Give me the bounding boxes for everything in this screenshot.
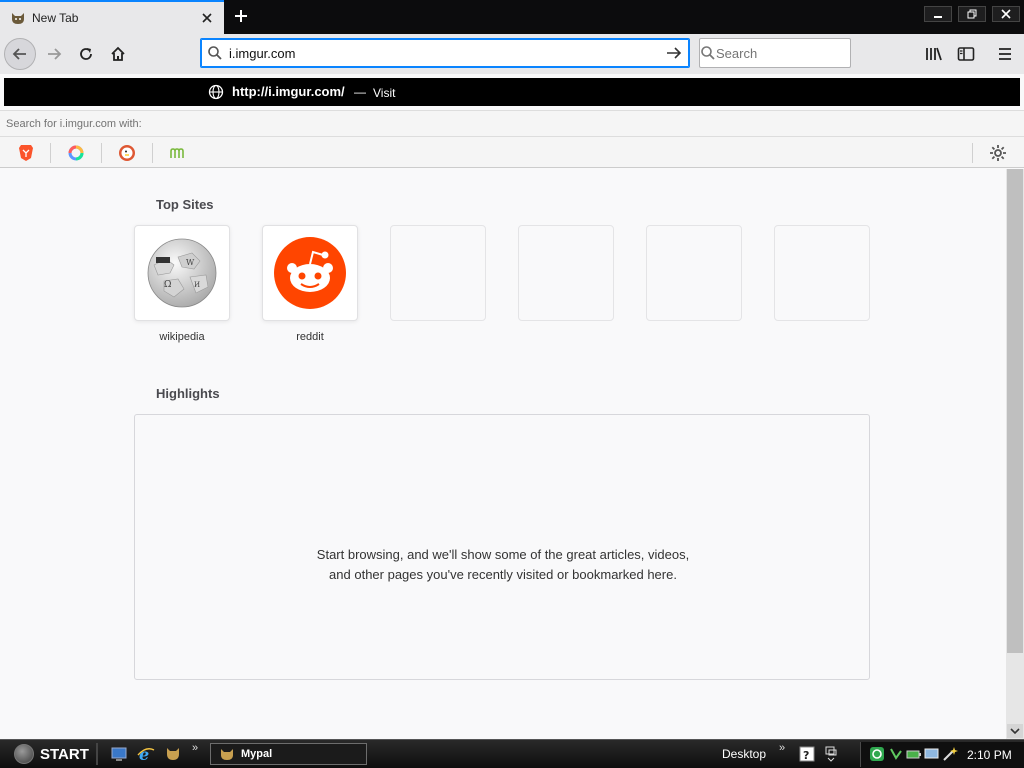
search-engine-bar [0,136,1024,168]
help-icon[interactable]: ? [798,745,816,763]
go-arrow-icon[interactable] [659,45,689,61]
reddit-alien-icon [274,237,346,309]
start-label: START [40,745,89,763]
scroll-thumb[interactable] [1007,169,1023,653]
svg-text:e: e [139,745,149,763]
scroll-down-button[interactable] [1007,724,1023,738]
library-button[interactable] [920,40,948,68]
top-site-tile-empty[interactable] [646,225,742,321]
top-site-label: wikipedia [159,331,205,343]
engine-divider [50,143,51,163]
suggestion-action: Visit [373,86,396,100]
chevron-down-icon [1010,728,1020,735]
desktop-overflow-chevron[interactable]: » [779,742,785,754]
forward-arrow-icon [48,48,62,60]
os-taskbar: START e » Mypal Desktop » ? 2:10 PM [0,739,1024,768]
engine-divider [152,143,153,163]
search-icon [700,45,716,61]
clipboard-icon[interactable] [822,745,840,763]
top-site-tile-empty[interactable] [774,225,870,321]
highlights-title: Highlights [156,386,220,401]
top-site-label: reddit [296,331,324,343]
system-clock[interactable]: 2:10 PM [967,748,1012,762]
top-sites-title: Top Sites [156,197,214,212]
minimize-button[interactable] [924,6,952,22]
top-site-tile-empty[interactable] [518,225,614,321]
new-tab-button[interactable] [230,5,252,27]
show-desktop-icon[interactable] [110,745,128,763]
svg-text:Ω: Ω [164,280,171,290]
globe-icon [208,84,224,100]
brave-icon[interactable] [16,143,36,163]
sync-icon[interactable] [888,746,904,762]
search-bar[interactable] [699,38,892,68]
reload-icon [80,48,92,60]
search-with-label: Search for i.imgur.com with: [0,110,1024,136]
top-site-tile-wikipedia[interactable]: Ω W И [134,225,230,321]
engine-divider [972,143,973,163]
navigation-toolbar [0,34,1024,74]
top-site-tile-reddit[interactable] [262,225,358,321]
cat-icon [10,10,26,26]
back-arrow-icon [12,48,26,60]
tab-title: New Tab [32,11,79,25]
url-bar[interactable] [200,38,690,68]
display-icon[interactable] [924,746,940,762]
system-tray: 2:10 PM [860,742,1024,767]
svg-text:?: ? [803,749,809,762]
wikipedia-globe-icon: Ω W И [147,238,217,308]
taskbar-divider [96,743,98,765]
highlights-empty-message: Start browsing, and we'll show some of t… [316,547,690,582]
taskbar-item-label: Mypal [241,748,273,760]
network-icon[interactable] [869,746,885,762]
sidebar-icon [957,47,975,61]
home-icon [111,46,125,61]
start-button[interactable]: START [4,742,92,766]
restore-button[interactable] [958,6,986,22]
library-icon [926,47,942,61]
search-input[interactable] [716,39,892,67]
qwant-icon[interactable] [66,143,86,163]
wand-icon[interactable] [942,746,958,762]
svg-text:W: W [186,258,195,267]
quicklaunch-overflow-chevron[interactable]: » [192,742,198,754]
new-tab-page: Top Sites Ω W И wikipedia reddit Highlig… [0,169,1006,739]
duckduckgo-icon[interactable] [117,143,137,163]
forward-button[interactable] [38,38,70,70]
tab-new-tab[interactable]: New Tab [0,0,224,34]
home-button[interactable] [102,38,134,70]
suggestion-url: http://i.imgur.com/ [232,84,345,99]
mypal-app-icon [219,747,235,761]
mojeek-icon[interactable] [168,143,188,163]
desktop-toolbar-label[interactable]: Desktop [722,747,766,761]
highlights-panel: Start browsing, and we'll show some of t… [134,414,870,680]
menu-button[interactable] [991,40,1019,68]
battery-icon[interactable] [906,746,922,762]
sidebar-button[interactable] [952,40,980,68]
reload-button[interactable] [70,38,102,70]
mypal-quicklaunch-icon[interactable] [164,745,182,763]
svg-text:И: И [194,281,200,289]
taskbar-item-mypal[interactable]: Mypal [210,743,367,765]
title-bar: New Tab [0,0,1024,34]
hamburger-menu-icon [999,48,1011,60]
url-suggestion-row[interactable]: http://i.imgur.com/ — Visit [4,78,1020,106]
url-input[interactable] [229,39,659,67]
gear-icon[interactable] [988,143,1008,163]
window-controls [924,6,1024,22]
back-button[interactable] [4,38,36,70]
suggestion-separator: — [354,85,366,99]
close-window-button[interactable] [992,6,1020,22]
top-site-tile-empty[interactable] [390,225,486,321]
internet-explorer-icon[interactable]: e [137,745,155,763]
search-icon [201,45,229,61]
close-icon[interactable] [198,9,216,27]
page-scrollbar[interactable] [1006,169,1024,739]
start-orb-icon [14,744,34,764]
engine-divider [101,143,102,163]
